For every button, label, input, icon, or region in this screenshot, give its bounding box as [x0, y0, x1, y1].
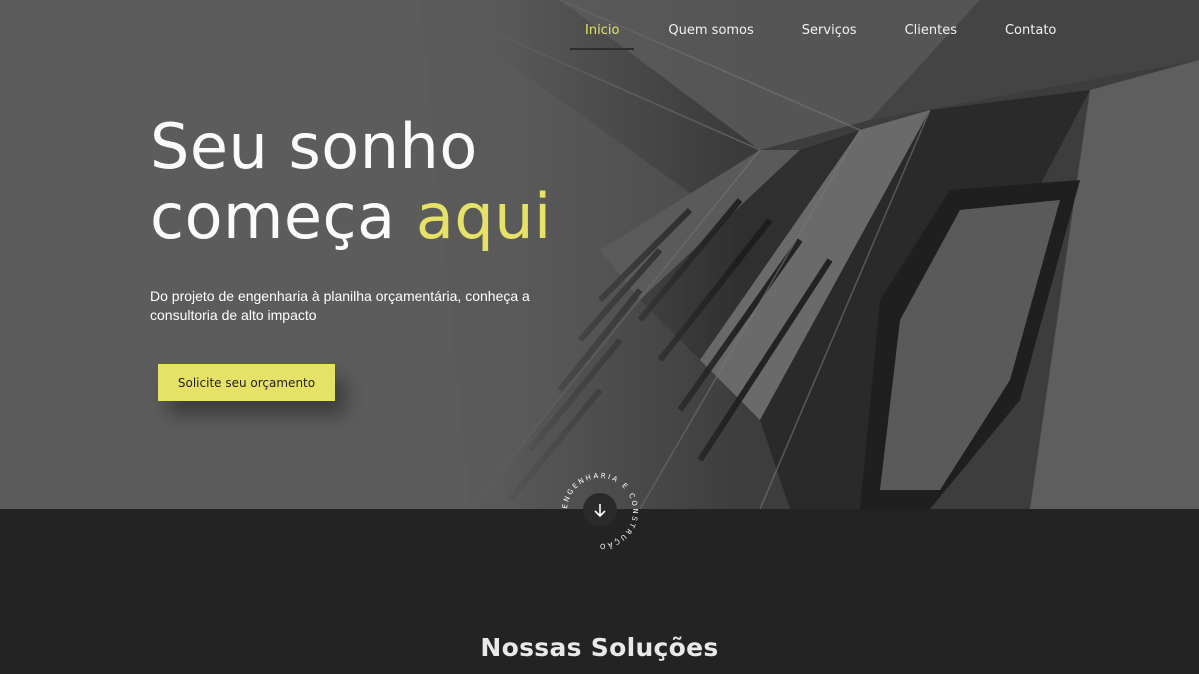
- main-nav: Inicio Quem somos Serviços Clientes Cont…: [560, 0, 1056, 60]
- headline-accent: aqui: [415, 180, 552, 253]
- solutions-title: Nossas Soluções: [480, 633, 719, 662]
- hero-section: Inicio Quem somos Serviços Clientes Cont…: [0, 0, 1199, 509]
- request-quote-button[interactable]: Solicite seu orçamento: [158, 364, 335, 401]
- headline-word2: começa: [150, 180, 396, 253]
- nav-item-contato[interactable]: Contato: [1005, 0, 1056, 60]
- nav-item-servicos[interactable]: Serviços: [802, 0, 857, 60]
- hero-subtitle: Do projeto de engenharia à planilha orça…: [150, 288, 530, 323]
- headline-line1: Seu sonho: [150, 110, 478, 183]
- scroll-down-button[interactable]: [583, 493, 617, 527]
- hero-headline: Seu sonho começa aqui: [150, 112, 630, 252]
- nav-item-clientes[interactable]: Clientes: [905, 0, 957, 60]
- arrow-down-icon: [594, 504, 606, 518]
- nav-item-inicio[interactable]: Inicio: [569, 0, 635, 60]
- building-background-image: [0, 0, 1199, 509]
- nav-item-quem-somos[interactable]: Quem somos: [668, 0, 753, 60]
